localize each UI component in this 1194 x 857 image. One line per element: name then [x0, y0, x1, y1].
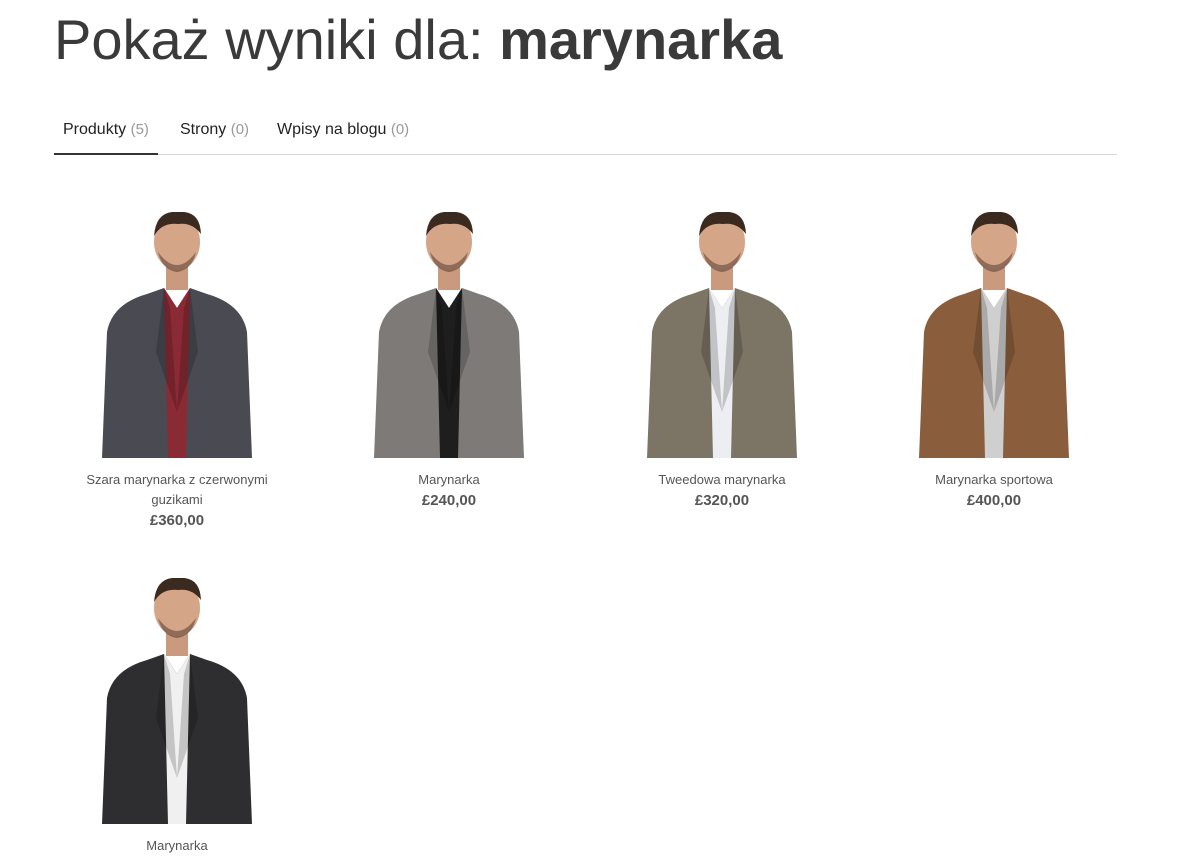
- product-image[interactable]: [869, 212, 1119, 458]
- tab-pages[interactable]: Strony (0): [171, 108, 258, 155]
- product-image[interactable]: [324, 212, 574, 458]
- product-name[interactable]: Szara marynarka z czerwonymi guzikami: [52, 470, 302, 510]
- tab-blog-posts[interactable]: Wpisy na blogu (0): [268, 108, 418, 155]
- tab-blog-posts-label: Wpisy na blogu: [277, 121, 387, 138]
- product-image[interactable]: [52, 212, 302, 458]
- title-prefix: Pokaż wyniki dla:: [54, 8, 500, 71]
- tab-products[interactable]: Produkty (5): [54, 108, 158, 155]
- product-image[interactable]: [597, 212, 847, 458]
- page-title: Pokaż wyniki dla: marynarka: [54, 8, 782, 72]
- product-card[interactable]: Marynarka: [52, 578, 302, 856]
- product-card[interactable]: Marynarka sportowa £400,00: [869, 212, 1119, 512]
- product-name[interactable]: Tweedowa marynarka: [597, 470, 847, 490]
- search-term: marynarka: [499, 8, 783, 71]
- product-image[interactable]: [52, 578, 302, 824]
- tab-products-count: (5): [130, 121, 149, 138]
- product-price: £240,00: [421, 492, 477, 509]
- product-name[interactable]: Marynarka: [324, 470, 574, 490]
- product-price: £320,00: [694, 492, 750, 509]
- tab-blog-posts-count: (0): [390, 121, 410, 138]
- tab-pages-count: (0): [230, 121, 250, 138]
- tab-pages-label: Strony: [180, 121, 227, 138]
- product-price: £400,00: [966, 492, 1022, 509]
- product-card[interactable]: Szara marynarka z czerwonymi guzikami £3…: [52, 212, 302, 532]
- product-name[interactable]: Marynarka sportowa: [869, 470, 1119, 490]
- results-tabs: Produkty (5) Strony (0) Wpisy na blogu (…: [54, 108, 1117, 155]
- product-card[interactable]: Tweedowa marynarka £320,00: [597, 212, 847, 512]
- product-card[interactable]: Marynarka £240,00: [324, 212, 574, 512]
- product-name[interactable]: Marynarka: [52, 836, 302, 856]
- tab-products-label: Produkty: [63, 121, 127, 138]
- product-price: £360,00: [149, 512, 205, 529]
